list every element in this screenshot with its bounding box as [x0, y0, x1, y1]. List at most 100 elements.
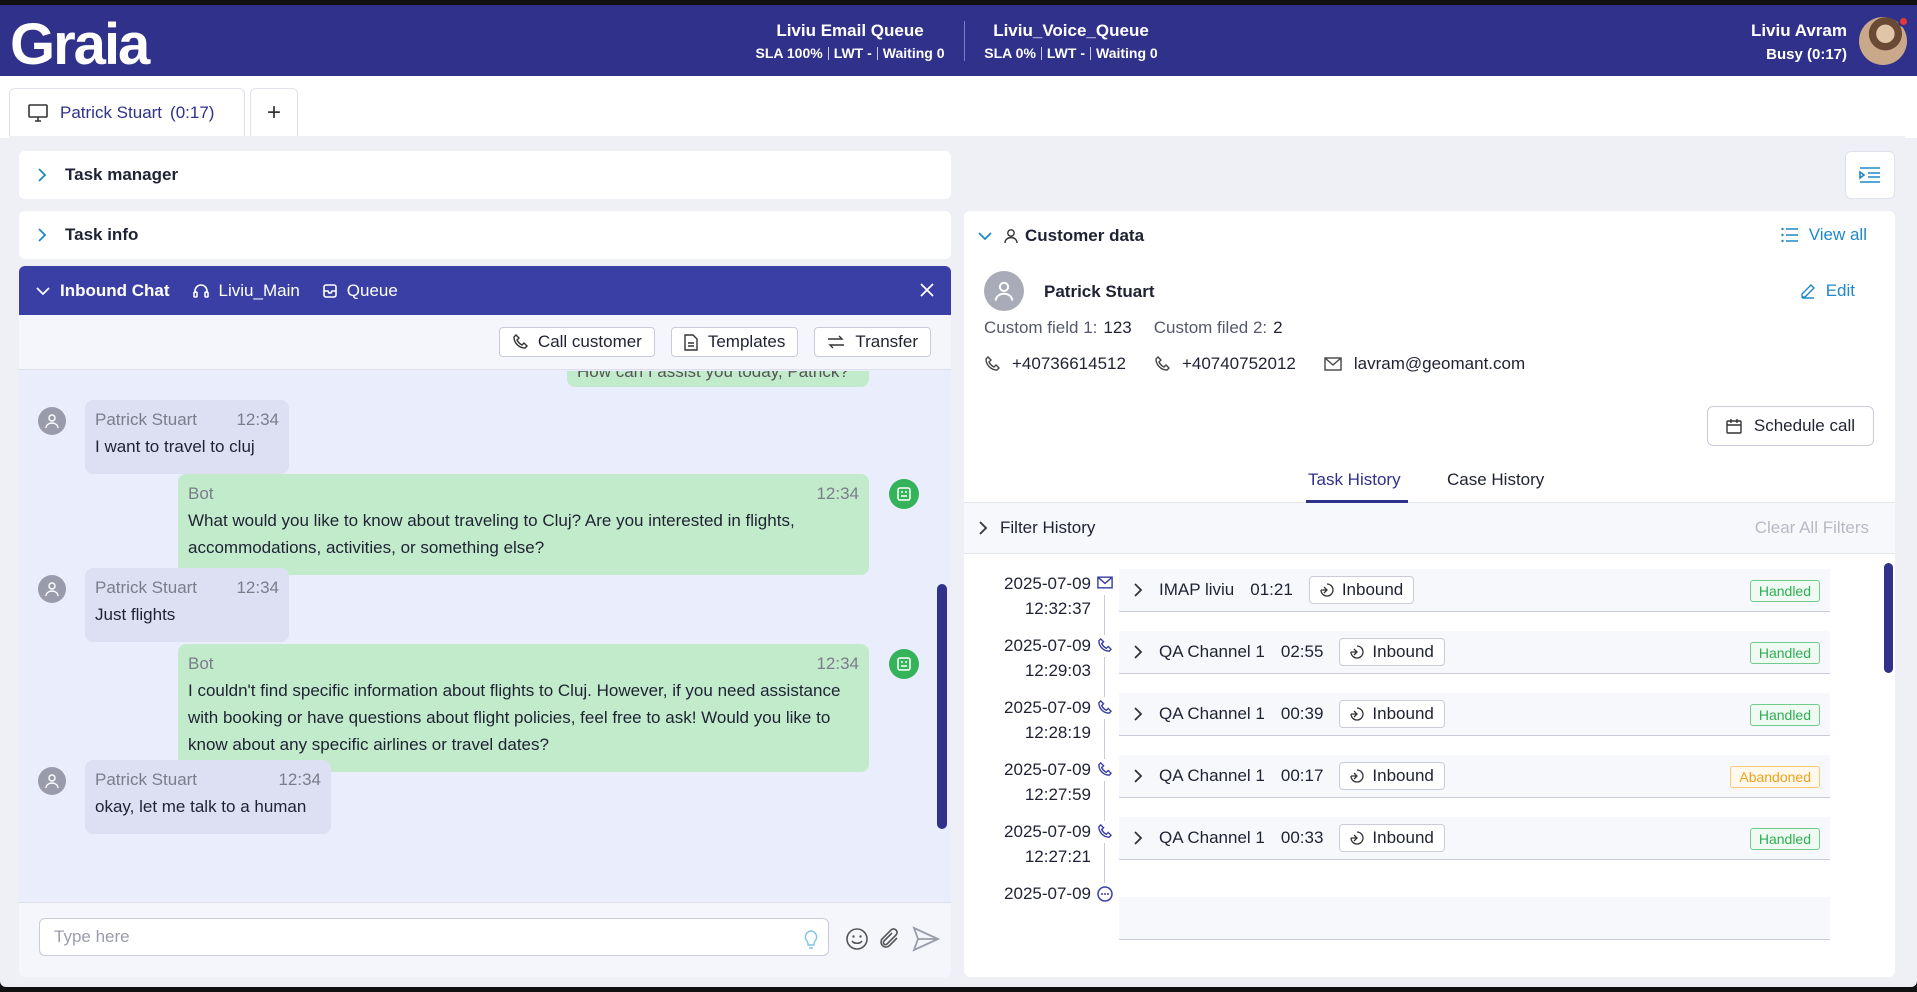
- email-contact[interactable]: lavram@geomant.com: [1324, 354, 1525, 374]
- tab-task-history[interactable]: Task History: [1308, 470, 1401, 490]
- tab-case-history[interactable]: Case History: [1447, 470, 1544, 490]
- chat-queue-label: Queue: [346, 280, 398, 300]
- history-time: 12:28:19: [1024, 723, 1091, 742]
- message-list[interactable]: How can I assist you today, Patrick? Pat…: [19, 371, 951, 902]
- chevron-right-icon: [1134, 831, 1143, 845]
- chat-agent: Liviu_Main: [192, 281, 300, 301]
- history-channel: IMAP liviu: [1159, 580, 1235, 599]
- inbound-icon: [1350, 645, 1365, 659]
- queue-voice[interactable]: Liviu_Voice_Queue SLA 0% LWT - Waiting 0: [978, 21, 1164, 61]
- chevron-down-icon: [978, 232, 992, 241]
- history-datetime: 2025-07-09 12:28:19: [988, 695, 1091, 745]
- edit-customer-button[interactable]: Edit: [1800, 281, 1855, 301]
- pencil-icon: [1801, 284, 1815, 299]
- schedule-call-button[interactable]: Schedule call: [1706, 406, 1874, 446]
- history-card[interactable]: QA Channel 1 00:17 Inbound Abandoned: [1119, 755, 1830, 798]
- user-name: Liviu Avram: [1750, 21, 1847, 40]
- bot-avatar-icon: [889, 479, 919, 509]
- history-channel: QA Channel 1: [1159, 704, 1265, 723]
- history-date: 2025-07-09: [1004, 822, 1091, 841]
- custom-fields: Custom field 1: 123 Custom filed 2: 2: [984, 318, 1305, 338]
- history-row: 2025-07-09 12:28:19 QA Channel 1 00:39 In…: [964, 691, 1895, 759]
- history-card[interactable]: [1119, 897, 1830, 940]
- queue-waiting: Waiting 0: [882, 45, 945, 61]
- phone-icon: [985, 356, 1000, 371]
- chat-queue: Queue: [322, 281, 398, 301]
- toggle-sidebar-button[interactable]: [1845, 151, 1895, 199]
- view-all-link[interactable]: View all: [1781, 225, 1867, 245]
- direction-label: Inbound: [1372, 704, 1434, 723]
- customer-data-header[interactable]: Customer data: [964, 211, 1895, 261]
- chat-bubble-icon: [1097, 886, 1113, 902]
- session-tab-patrick-stuart[interactable]: Patrick Stuart (0:17): [9, 88, 245, 137]
- chat-collapse-toggle[interactable]: Inbound Chat: [35, 281, 170, 301]
- history-card[interactable]: QA Channel 1 00:39 Inbound Handled: [1119, 693, 1830, 736]
- add-tab-button[interactable]: +: [250, 88, 298, 137]
- message-time: 12:34: [236, 578, 279, 597]
- history-date: 2025-07-09: [1004, 698, 1091, 717]
- customer-data-panel: Customer data View all Patrick Stuart Ed…: [964, 211, 1895, 977]
- chevron-right-icon: [1134, 769, 1143, 783]
- transfer-button[interactable]: Transfer: [814, 327, 931, 357]
- queue-lwt: LWT -: [833, 45, 872, 61]
- templates-button[interactable]: Templates: [670, 327, 799, 357]
- phone-contact-1[interactable]: +40736614512: [984, 354, 1126, 374]
- transfer-icon: [828, 335, 845, 349]
- message-text: I want to travel to cluj: [95, 437, 255, 456]
- status-dot: [1898, 16, 1909, 27]
- filter-history-bar[interactable]: Filter History Clear All Filters: [964, 503, 1895, 554]
- inbound-icon: [1350, 769, 1365, 783]
- history-card[interactable]: QA Channel 1 00:33 Inbound Handled: [1119, 817, 1830, 860]
- user-info[interactable]: Liviu Avram Busy (0:17): [1751, 21, 1847, 63]
- call-customer-button[interactable]: Call customer: [498, 327, 655, 357]
- message-bot: Bot 12:34 I couldn't find specific inform…: [178, 644, 869, 772]
- paperclip-icon[interactable]: [879, 927, 901, 951]
- direction-label: Inbound: [1372, 828, 1434, 847]
- history-datetime: 2025-07-09 12:29:03: [988, 633, 1091, 683]
- message-sender: Patrick Stuart: [95, 410, 198, 429]
- clear-all-filters-button[interactable]: Clear All Filters: [1755, 518, 1869, 538]
- view-all-label: View all: [1808, 225, 1867, 244]
- history-card[interactable]: QA Channel 1 02:55 Inbound Handled: [1119, 631, 1830, 674]
- history-date: 2025-07-09: [1004, 574, 1091, 593]
- message-customer: Patrick Stuart 12:34 I want to travel to …: [85, 400, 289, 474]
- history-datetime: 2025-07-09 12:27:59: [988, 757, 1091, 807]
- history-duration: 00:39: [1280, 704, 1324, 723]
- history-card[interactable]: IMAP liviu 01:21 Inbound Handled: [1119, 569, 1830, 612]
- task-info-panel[interactable]: Task info: [19, 211, 951, 259]
- close-icon[interactable]: [917, 280, 937, 300]
- history-row: 2025-07-09 12:27:21 QA Channel 1 00:33 In…: [964, 815, 1895, 883]
- phone-icon: [513, 334, 528, 349]
- phone-contact-2[interactable]: +40740752012: [1154, 354, 1296, 374]
- direction-badge: Inbound: [1339, 700, 1445, 728]
- phone-icon: [1155, 356, 1170, 371]
- history-scrollbar[interactable]: [1884, 563, 1893, 673]
- message-input[interactable]: [39, 918, 829, 956]
- templates-label: Templates: [707, 332, 786, 351]
- chat-panel: Inbound Chat Liviu_Main Queue Call custo…: [19, 266, 951, 977]
- document-icon: [684, 333, 698, 351]
- task-manager-panel[interactable]: Task manager: [19, 151, 951, 199]
- history-datetime: 2025-07-09: [988, 881, 1091, 906]
- message-sender: Bot: [188, 484, 214, 503]
- edit-label: Edit: [1825, 281, 1855, 300]
- lightbulb-icon[interactable]: [804, 930, 818, 950]
- history-time: 12:27:21: [1024, 847, 1091, 866]
- message-time: 12:34: [816, 484, 859, 503]
- queue-email[interactable]: Liviu Email Queue SLA 100% LWT - Waiting 0: [750, 21, 950, 61]
- direction-badge: Inbound: [1308, 576, 1415, 604]
- inbound-icon: [1350, 831, 1365, 845]
- message-text: How can I assist you today, Patrick?: [577, 371, 849, 381]
- chat-composer: [19, 902, 951, 977]
- chat-scrollbar[interactable]: [937, 584, 947, 829]
- message-time: 12:34: [816, 654, 859, 673]
- history-duration: 01:21: [1250, 580, 1293, 599]
- history-time: 12:32:37: [1024, 599, 1091, 618]
- history-channel: QA Channel 1: [1159, 766, 1265, 785]
- email-address: lavram@geomant.com: [1353, 354, 1526, 373]
- send-icon[interactable]: [912, 926, 940, 952]
- message-time: 12:34: [236, 410, 279, 429]
- history-list: 2025-07-09 12:32:37 IMAP liviu 01:21 Inbo…: [964, 555, 1895, 977]
- emoji-icon[interactable]: [845, 927, 869, 951]
- history-row: 2025-07-09 12:29:03 QA Channel 1 02:55 In…: [964, 629, 1895, 697]
